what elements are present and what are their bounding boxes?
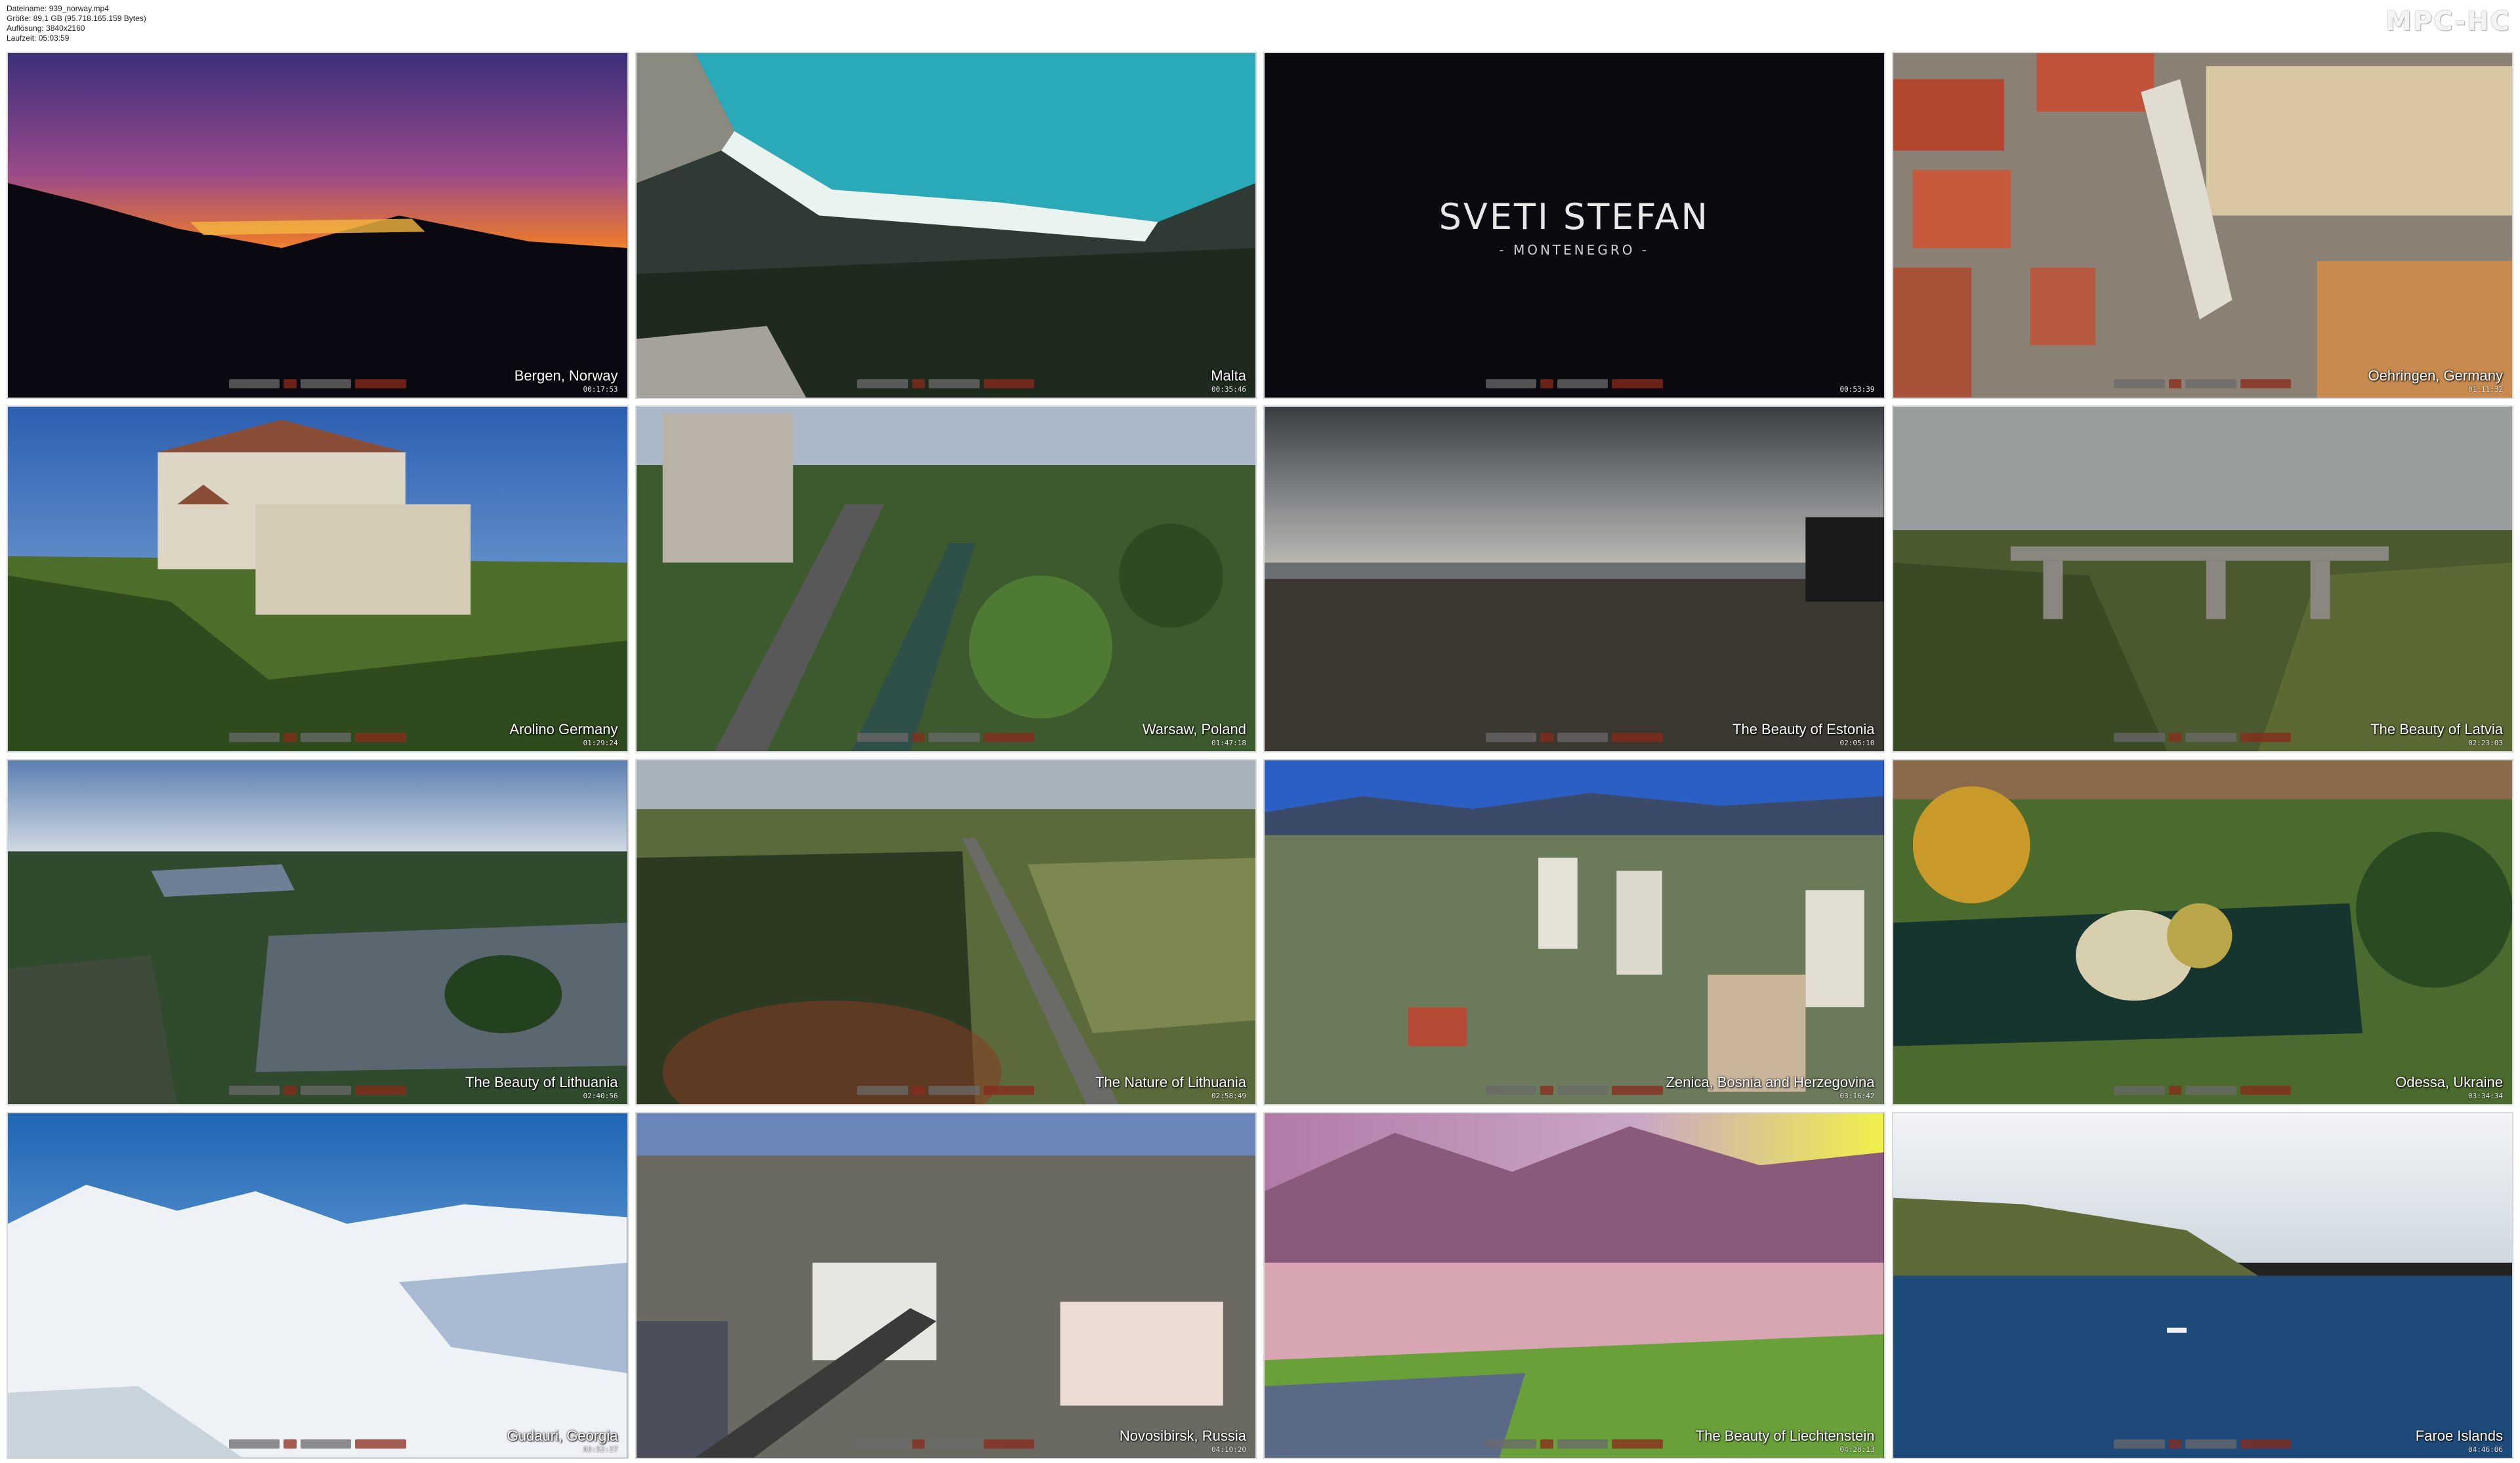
estonia-scene	[1265, 406, 1884, 751]
watermark-logo	[2114, 1439, 2292, 1449]
watermark-logo	[1485, 732, 1663, 742]
thumbnail-title: Arolino Germany	[509, 720, 618, 737]
thumbnail[interactable]: Novosibirsk, Russia 04:10:20	[635, 1112, 1257, 1459]
latvia-scene	[1893, 406, 2512, 751]
watermark-logo	[1485, 379, 1663, 388]
watermark-logo	[228, 379, 406, 388]
rooftops-scene	[1893, 53, 2512, 398]
thumbnail-title: The Beauty of Latvia	[2370, 720, 2503, 737]
watermark-logo	[1485, 1086, 1663, 1096]
watermark-logo	[857, 732, 1035, 742]
thumbnail-title: Novosibirsk, Russia	[1119, 1428, 1246, 1444]
faroe-scene	[1893, 1113, 2512, 1458]
title-card-heading: SVETI STEFAN	[1438, 196, 1710, 237]
warsaw-scene	[636, 406, 1255, 751]
thumbnail-title: Odessa, Ukraine	[2395, 1074, 2503, 1091]
thumbnail-title: Warsaw, Poland	[1142, 720, 1246, 737]
thumbnail[interactable]: Oehringen, Germany 01:11:32	[1891, 52, 2513, 399]
watermark-logo	[228, 1439, 406, 1449]
zenica-scene	[1265, 760, 1884, 1105]
file-resolution: Auflösung: 3840x2160	[7, 24, 85, 33]
thumbnail[interactable]: SVETI STEFAN - MONTENEGRO - 00:53:39	[1263, 52, 1885, 399]
thumbnail-timestamp: 02:23:03	[2468, 738, 2503, 747]
thumbnail-title: Oehringen, Germany	[2368, 367, 2503, 384]
header-bar: Dateiname: 939_norway.mp4 Größe: 89,1 GB…	[0, 0, 2520, 51]
watermark-logo	[857, 1439, 1035, 1449]
thumbnail-timestamp: 02:05:10	[1839, 738, 1875, 747]
thumbnail-timestamp: 01:11:32	[2468, 384, 2503, 394]
thumbnail-timestamp: 03:52:27	[583, 1445, 618, 1454]
thumbnail-timestamp: 01:29:24	[583, 738, 618, 747]
thumbnail-title: Bergen, Norway	[514, 367, 618, 384]
thumbnail-title: The Beauty of Estonia	[1732, 720, 1875, 737]
thumbnail[interactable]: Bergen, Norway 00:17:53	[7, 52, 629, 399]
watermark-logo	[2114, 732, 2292, 742]
watermark-logo	[2114, 379, 2292, 388]
watermark-logo	[2114, 1086, 2292, 1096]
watermark-logo	[857, 379, 1035, 388]
thumbnail-timestamp: 04:46:06	[2468, 1445, 2503, 1454]
thumbnail[interactable]: The Beauty of Liechtenstein 04:28:13	[1263, 1112, 1885, 1459]
thumbnail-grid: Bergen, Norway 00:17:53 Malta 00:35:46 S…	[7, 52, 2513, 1459]
thumbnail-title: The Nature of Lithuania	[1095, 1074, 1246, 1091]
watermark-logo	[228, 732, 406, 742]
thumbnail[interactable]: Malta 00:35:46	[635, 52, 1257, 399]
thumbnail-timestamp: 04:10:20	[1211, 1445, 1246, 1454]
thumbnail-title: Zenica, Bosnia and Herzegovina	[1666, 1074, 1875, 1091]
thumbnail-timestamp: 04:28:13	[1839, 1445, 1875, 1454]
thumbnail-timestamp: 03:16:42	[1839, 1092, 1875, 1101]
file-size: Größe: 89,1 GB (95.718.165.159 Bytes)	[7, 14, 146, 23]
thumbnail-title: The Beauty of Liechtenstein	[1695, 1428, 1875, 1444]
thumbnail[interactable]: The Beauty of Estonia 02:05:10	[1263, 405, 1885, 752]
lithuania-road-scene	[636, 760, 1255, 1105]
thumbnail[interactable]: The Nature of Lithuania 02:58:49	[635, 758, 1257, 1106]
odessa-scene	[1893, 760, 2512, 1105]
thumbnail-timestamp: 02:58:49	[1211, 1092, 1246, 1101]
thumbnail-timestamp: 00:53:39	[1839, 384, 1875, 394]
gudauri-scene	[8, 1113, 627, 1458]
thumbnail-title: Malta	[1211, 367, 1246, 384]
thumbnail[interactable]: Zenica, Bosnia and Herzegovina 03:16:42	[1263, 758, 1885, 1106]
sunset-scene	[8, 53, 627, 398]
app-logo: MPC-HC	[2385, 7, 2511, 37]
lithuania-lakes-scene	[8, 760, 627, 1105]
watermark-logo	[1485, 1439, 1663, 1449]
thumbnail[interactable]: Odessa, Ukraine 03:34:34	[1891, 758, 2513, 1106]
coast-scene	[636, 53, 1255, 398]
thumbnail[interactable]: Faroe Islands 04:46:06	[1891, 1112, 2513, 1459]
thumbnail-timestamp: 02:40:56	[583, 1092, 618, 1101]
thumbnail[interactable]: The Beauty of Lithuania 02:40:56	[7, 758, 629, 1106]
thumbnail-title: Gudauri, Georgia	[507, 1428, 618, 1444]
thumbnail-timestamp: 01:47:18	[1211, 738, 1246, 747]
thumbnail[interactable]: Warsaw, Poland 01:47:18	[635, 405, 1257, 752]
thumbnail-timestamp: 00:35:46	[1211, 384, 1246, 394]
thumbnail[interactable]: Arolino Germany 01:29:24	[7, 405, 629, 752]
title-card-subheading: - MONTENEGRO -	[1499, 242, 1650, 258]
thumbnail[interactable]: The Beauty of Latvia 02:23:03	[1891, 405, 2513, 752]
file-duration: Laufzeit: 05:03:59	[7, 33, 70, 43]
castle-scene	[8, 406, 627, 751]
file-info: Dateiname: 939_norway.mp4 Größe: 89,1 GB…	[7, 4, 146, 43]
liechtenstein-scene	[1265, 1113, 1884, 1458]
thumbnail-title: Faroe Islands	[2415, 1428, 2503, 1444]
watermark-logo	[857, 1086, 1035, 1096]
thumbnail-timestamp: 00:17:53	[583, 384, 618, 394]
file-name: Dateiname: 939_norway.mp4	[7, 4, 109, 13]
watermark-logo	[228, 1086, 406, 1096]
thumbnail[interactable]: Gudauri, Georgia 03:52:27	[7, 1112, 629, 1459]
thumbnail-title: The Beauty of Lithuania	[465, 1074, 618, 1091]
thumbnail-timestamp: 03:34:34	[2468, 1092, 2503, 1101]
novosibirsk-scene	[636, 1113, 1255, 1458]
